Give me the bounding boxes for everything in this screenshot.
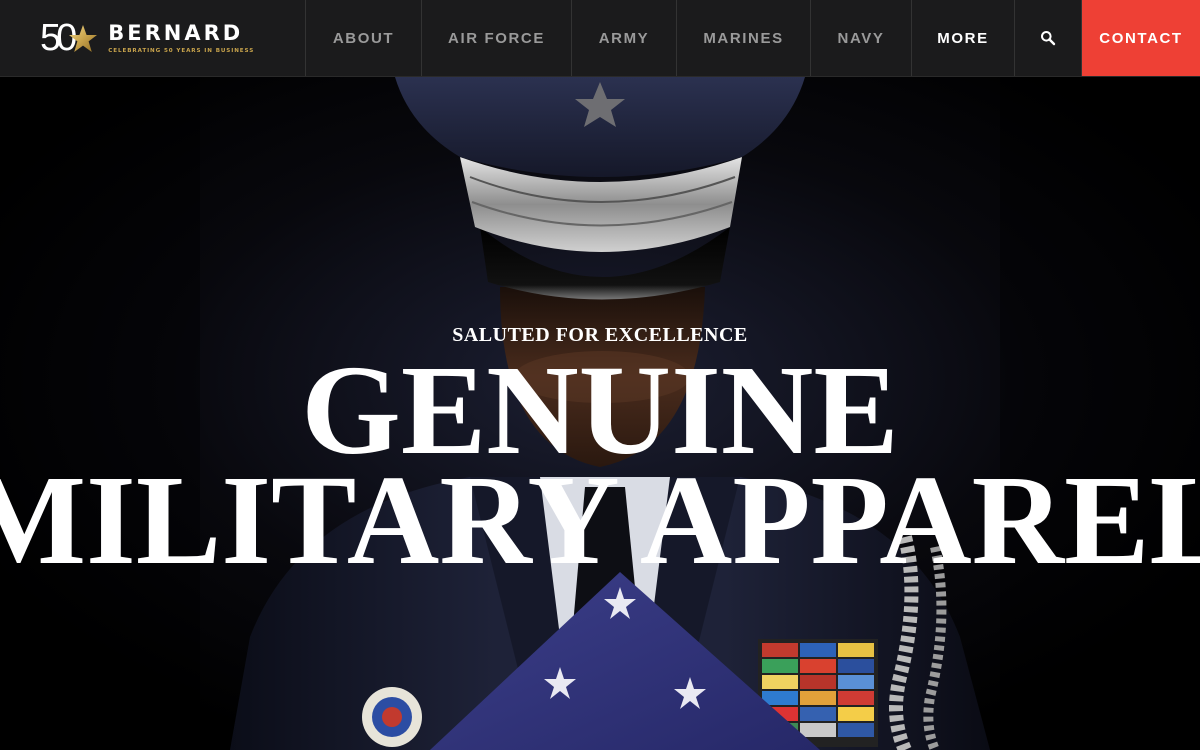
logo-mark: 50	[40, 19, 98, 57]
hero-banner: SALUTED FOR EXCELLENCE GENUINE MILITARY …	[0, 77, 1200, 750]
nav-item-label: ARMY	[598, 29, 650, 47]
nav-item-label: MORE	[937, 29, 989, 47]
hero-headline-line-2: MILITARY APPAREL	[0, 449, 1200, 591]
nav-item-about[interactable]: ABOUT	[306, 0, 422, 76]
nav-item-navy[interactable]: NAVY	[811, 0, 912, 76]
nav-item-army[interactable]: ARMY	[572, 0, 677, 76]
nav-item-air-force[interactable]: AIR FORCE	[422, 0, 572, 76]
brand-tagline: CELEBRATING 50 YEARS IN BUSINESS	[108, 47, 255, 54]
nav-item-more[interactable]: MORE	[912, 0, 1015, 76]
top-navigation: 50 BERNARD CELEBRATING 50 YEARS IN BUSIN…	[0, 0, 1200, 77]
nav-item-label: AIR FORCE	[448, 29, 545, 47]
logo-wordmark: BERNARD CELEBRATING 50 YEARS IN BUSINESS	[108, 20, 255, 54]
nav-item-label: MARINES	[703, 29, 784, 47]
search-button[interactable]	[1015, 0, 1082, 76]
hero-headline: GENUINE MILITARY APPAREL	[0, 346, 1200, 591]
nav-item-label: ABOUT	[332, 29, 395, 47]
nav-item-label: NAVY	[837, 29, 885, 47]
brand-logo[interactable]: 50 BERNARD CELEBRATING 50 YEARS IN BUSIN…	[0, 0, 306, 76]
contact-button[interactable]: CONTACT	[1082, 0, 1200, 76]
nav-item-marines[interactable]: MARINES	[677, 0, 811, 76]
brand-name: BERNARD	[108, 20, 244, 45]
contact-label: CONTACT	[1099, 29, 1183, 47]
search-icon	[1041, 31, 1056, 46]
gold-star-icon	[69, 25, 98, 52]
